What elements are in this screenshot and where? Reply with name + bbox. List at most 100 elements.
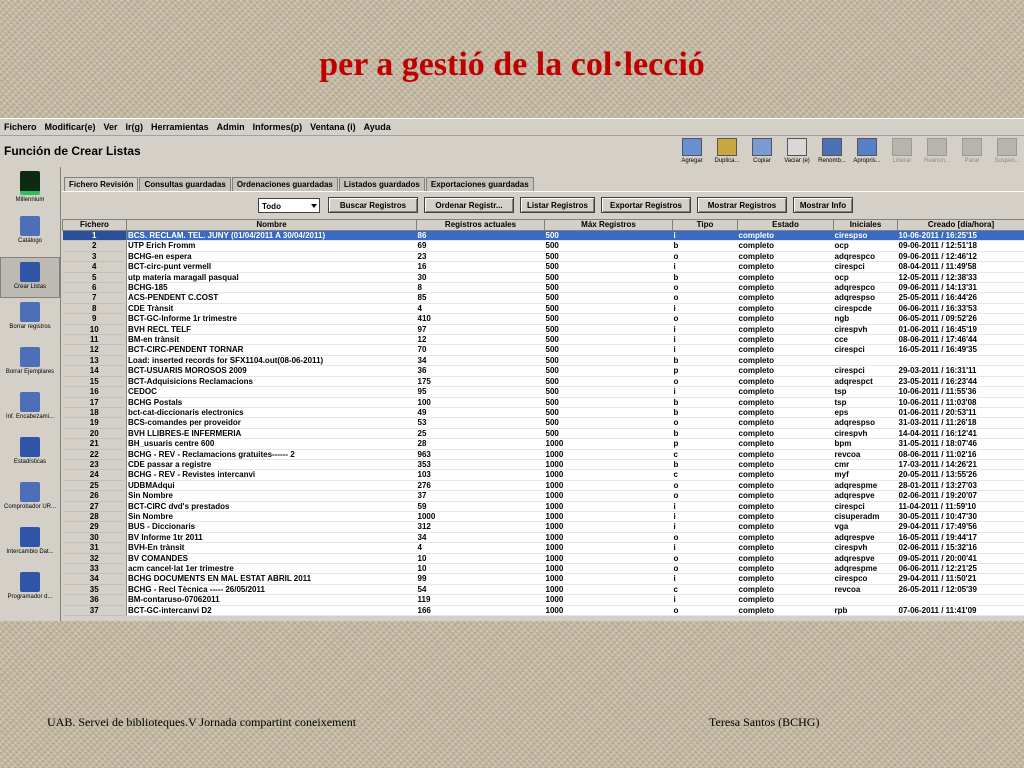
- column-header-3[interactable]: Máx Registros: [544, 219, 673, 231]
- column-header-5[interactable]: Estado: [737, 219, 834, 231]
- table-row[interactable]: 13 Load: inserted records for SFX1104.out…: [62, 355, 1024, 367]
- table-row[interactable]: 24 BCHG - REV - Revistes intercanvi 103 100…: [62, 469, 1024, 481]
- menu-item-1[interactable]: Modificar(e): [41, 122, 100, 132]
- table-row[interactable]: 33 acm cancel·lat 1er trimestre 10 1000 o com…: [62, 563, 1024, 575]
- table-row[interactable]: 27 BCT-CIRC dvd's prestados 59 1000 i complet…: [62, 501, 1024, 512]
- filter-select[interactable]: Todo: [258, 197, 320, 213]
- toolbar-button-0[interactable]: Agregar: [675, 138, 709, 164]
- tab-4[interactable]: Exportaciones guardadas: [425, 177, 534, 191]
- table-row[interactable]: 37 BCT-GC-intercanvi D2 166 1000 o completo rp…: [62, 605, 1024, 617]
- menu-item-5[interactable]: Admin: [213, 122, 249, 132]
- toolbar-button-5[interactable]: Apropris...: [850, 138, 884, 164]
- table-row[interactable]: 11 BM-en trànsit 12 500 i completo cce 08-06-20…: [62, 334, 1024, 346]
- toolbar-button-9[interactable]: Suspen...: [990, 138, 1024, 164]
- action-button-2[interactable]: Listar Registros: [520, 197, 595, 213]
- table-cell: completo: [737, 365, 834, 377]
- menu-item-0[interactable]: Fichero: [0, 122, 41, 132]
- menu-item-8[interactable]: Ayuda: [360, 122, 395, 132]
- table-cell: adqrespco: [833, 251, 898, 263]
- table-row[interactable]: 21 BH_usuaris centre 600 28 1000 p completo bp…: [62, 438, 1024, 450]
- table-row[interactable]: 36 BM-contaruso-07062011 119 1000 i completo: [62, 594, 1024, 606]
- table-row[interactable]: 25 UDBMAdqui 276 1000 o completo adqrespme 28-0…: [62, 480, 1024, 492]
- action-button-5[interactable]: Mostrar Info: [793, 197, 853, 213]
- table-cell: 7: [62, 292, 127, 304]
- table-row[interactable]: 14 BCT-USUARIS MOROSOS 2009 36 500 p completo…: [62, 365, 1024, 377]
- menu-item-2[interactable]: Ver: [100, 122, 122, 132]
- table-row[interactable]: 8 CDE Trànsit 4 500 i completo cirespcde 06-06-…: [62, 303, 1024, 315]
- sidebar-item-7[interactable]: Comprobador UR...: [0, 482, 60, 523]
- table-row[interactable]: 31 BVH-En trànsit 4 1000 i completo cirespvh 02…: [62, 542, 1024, 554]
- table-row[interactable]: 16 CEDOC 95 500 i completo tsp 10-06-2011 / 11:…: [62, 386, 1024, 398]
- table-cell: i: [672, 230, 738, 242]
- table-cell: Sin Nombre: [126, 490, 417, 502]
- table-cell: 1000: [544, 553, 673, 565]
- tab-2[interactable]: Ordenaciones guardadas: [231, 177, 338, 191]
- toolbar-button-3[interactable]: Vaciar (e): [780, 138, 814, 164]
- table-row[interactable]: 17 BCHG Postals 100 500 b completo tsp 10-06-20…: [62, 397, 1024, 408]
- table-row[interactable]: 1 BCS. RECLAM. TEL. JUNY (01/04/2011 A 30…: [62, 230, 1024, 242]
- column-header-0[interactable]: Fichero: [62, 219, 127, 231]
- table-row[interactable]: 35 BCHG - Recl Tècnica ----- 26/05/2011 54…: [62, 584, 1024, 596]
- table-row[interactable]: 5 utp materia maragall pasqual 30 500 b compl…: [62, 272, 1024, 284]
- table-row[interactable]: 26 Sin Nombre 37 1000 o completo adqrespve 02-0…: [62, 490, 1024, 502]
- column-header-4[interactable]: Tipo: [672, 219, 738, 231]
- table-cell: 99: [416, 573, 545, 585]
- table-row[interactable]: 10 BVH RECL TELF 97 500 i completo cirespvh 01-…: [62, 324, 1024, 336]
- sidebar-item-5[interactable]: Inf. Encabezami...: [0, 392, 60, 433]
- table-row[interactable]: 22 BCHG - REV - Reclamacions gratuites---…: [62, 449, 1024, 460]
- sidebar-item-9[interactable]: Programador d...: [0, 572, 60, 613]
- table-row[interactable]: 15 BCT-Adquisicions Reclamacions 175 500 o co…: [62, 376, 1024, 388]
- sidebar-item-6[interactable]: Estadísticas: [0, 437, 60, 478]
- toolbar-button-2[interactable]: Copiar: [745, 138, 779, 164]
- table-row[interactable]: 18 bct-cat-diccionaris electronics 49 500 b c…: [62, 407, 1024, 419]
- table-cell: c: [672, 449, 738, 460]
- table-row[interactable]: 34 BCHG DOCUMENTS EN MAL ESTAT ABRIL 2011…: [62, 573, 1024, 585]
- tab-0[interactable]: Fichero Revisión: [64, 177, 139, 192]
- table-row[interactable]: 12 BCT-CIRC-PENDENT TORNAR 70 500 i completo c…: [62, 344, 1024, 356]
- sidebar-item-2[interactable]: Crear Listas: [0, 257, 60, 298]
- tab-3[interactable]: Listados guardados: [338, 177, 425, 191]
- toolbar-button-6[interactable]: Liberar: [885, 138, 919, 164]
- table-row[interactable]: 3 BCHG-en espera 23 500 o completo adqrespco 09…: [62, 251, 1024, 263]
- table-row[interactable]: 4 BCT-circ-punt vermell 16 500 i completo cire…: [62, 261, 1024, 273]
- table-row[interactable]: 32 BV COMANDES 10 1000 o completo adqrespve 09-…: [62, 553, 1024, 565]
- table-cell: i: [672, 261, 738, 273]
- table-row[interactable]: 19 BCS-comandes per proveidor 53 500 o comple…: [62, 417, 1024, 429]
- column-header-7[interactable]: Creado [día/hora]: [897, 219, 1024, 231]
- column-header-2[interactable]: Registros actuales: [416, 219, 545, 231]
- table-row[interactable]: 20 BVH LLIBRES-E INFERMERIA 25 500 b completo…: [62, 428, 1024, 440]
- table-row[interactable]: 30 BV Informe 1tr 2011 34 1000 o completo adqr…: [62, 532, 1024, 544]
- sidebar-item-8[interactable]: Intercambio Dat...: [0, 527, 60, 568]
- table-cell: 175: [416, 376, 545, 388]
- menu-item-7[interactable]: Ventana (i): [306, 122, 360, 132]
- toolbar-button-4[interactable]: Renomb...: [815, 138, 849, 164]
- sidebar-item-1[interactable]: Catálogo: [0, 216, 60, 257]
- action-button-0[interactable]: Buscar Registros: [328, 197, 418, 213]
- menu-item-3[interactable]: Ir(g): [122, 122, 148, 132]
- table-row[interactable]: 23 CDE passar a registre 353 1000 b completo c…: [62, 459, 1024, 471]
- tab-1[interactable]: Consultas guardadas: [139, 177, 231, 191]
- table-cell: ACS-PENDENT C.COST: [126, 292, 417, 304]
- column-header-1[interactable]: Nombre: [126, 219, 417, 231]
- action-button-1[interactable]: Ordenar Registr...: [424, 197, 514, 213]
- menu-item-6[interactable]: Informes(p): [249, 122, 307, 132]
- action-button-4[interactable]: Mostrar Registros: [697, 197, 787, 213]
- table-row[interactable]: 28 Sin Nombre 1000 1000 i completo cisuperadm 3…: [62, 511, 1024, 523]
- sidebar-item-0[interactable]: Millennium: [0, 171, 60, 212]
- table-row[interactable]: 6 BCHG-185 8 500 o completo adqrespco 09-06-201…: [62, 282, 1024, 294]
- sidebar-item-3[interactable]: Borrar registros: [0, 302, 60, 343]
- table-row[interactable]: 7 ACS-PENDENT C.COST 85 500 o completo adqresp…: [62, 292, 1024, 304]
- action-button-3[interactable]: Exportar Registros: [601, 197, 691, 213]
- menu-item-4[interactable]: Herramientas: [147, 122, 213, 132]
- toolbar-button-1[interactable]: Duplica...: [710, 138, 744, 164]
- table-row[interactable]: 9 BCT-GC-Informe 1r trimestre 410 500 o compl…: [62, 313, 1024, 325]
- table-row[interactable]: 2 UTP Erich Fromm 69 500 b completo ocp 09-06-2…: [62, 240, 1024, 252]
- table-row[interactable]: 29 BUS - Diccionaris 312 1000 i completo vga 29…: [62, 521, 1024, 533]
- table-cell: 95: [416, 386, 545, 398]
- toolbar-button-8[interactable]: Parar: [955, 138, 989, 164]
- sidebar-item-4[interactable]: Borrar Ejemplares: [0, 347, 60, 388]
- table-cell: 34: [416, 355, 545, 367]
- toolbar-button-7[interactable]: Reanun...: [920, 138, 954, 164]
- column-header-6[interactable]: Iniciales: [833, 219, 898, 231]
- table-cell: b: [672, 355, 738, 367]
